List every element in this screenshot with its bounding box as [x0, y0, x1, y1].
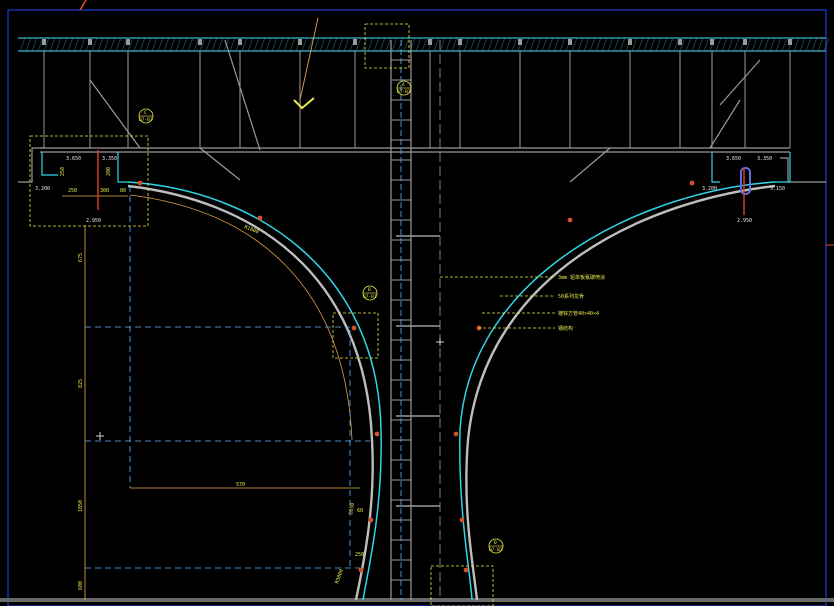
annotation-tube: 镀锌方管40×40×4	[558, 310, 599, 317]
connection-node	[137, 180, 143, 186]
drawing-background	[0, 0, 834, 606]
level-left-bottom: 2.950	[86, 218, 101, 224]
detail-bubble-c[interactable]: C D7-B1	[138, 108, 154, 124]
annotation-keel: 50系列龙骨	[558, 293, 584, 300]
bubble-c-num: C	[144, 110, 147, 116]
hanger-anchor	[458, 39, 462, 45]
connection-node	[368, 517, 374, 523]
hanger-anchor	[518, 39, 522, 45]
cad-drawing-canvas[interactable]: 3mm 铝单板氟碳喷涂 50系列龙骨 镀锌方管40×40×4 钢结构 A D7-…	[0, 0, 834, 606]
hanger-anchor	[126, 39, 130, 45]
bubble-b-num: B	[368, 287, 371, 293]
bubble-d-sheet: D7-B2	[489, 547, 503, 553]
hanger-anchor	[42, 39, 46, 45]
hanger-anchor	[710, 39, 714, 45]
hanger-anchor	[353, 39, 357, 45]
hanger-anchor	[428, 39, 432, 45]
hanger-anchor	[628, 39, 632, 45]
dim-small-2: 200	[106, 167, 112, 176]
detail-bubble-b[interactable]: B D7-B1	[362, 285, 378, 301]
level-right-upper-2: 3.350	[757, 156, 772, 162]
level-left-lower: 3.200	[35, 186, 50, 192]
dim-vertical-2: 825	[78, 379, 84, 388]
level-right-bottom: 2.950	[737, 218, 752, 224]
hanger-anchor	[238, 39, 242, 45]
dim-small-1: 250	[60, 167, 66, 176]
bubble-a-num: A	[402, 82, 405, 88]
dim-small-4: 60	[357, 508, 363, 514]
level-right-upper-1: 3.650	[726, 156, 741, 162]
level-left-upper-1: 3.650	[66, 156, 81, 162]
bubble-b-sheet: D7-B1	[363, 294, 377, 300]
dim-horizontal-1: 570	[236, 482, 245, 488]
detail-bubble-a[interactable]: A D7-B1	[396, 80, 412, 96]
connection-node	[453, 431, 459, 437]
connection-node	[463, 567, 469, 573]
level-right-side: 3.150	[770, 186, 785, 192]
level-left-upper-2: 3.350	[102, 156, 117, 162]
connection-node	[689, 180, 695, 186]
hanger-anchor	[788, 39, 792, 45]
annotation-steel: 钢结构	[558, 325, 573, 332]
dim-horizontal-3: 300	[100, 188, 109, 194]
annotation-panel: 3mm 铝单板氟碳喷涂	[558, 274, 605, 281]
dim-vertical-1: 675	[78, 253, 84, 262]
connection-node	[567, 217, 573, 223]
bubble-d-num: D	[494, 540, 497, 546]
detail-bubble-d[interactable]: D D7-B2	[488, 538, 504, 554]
hanger-anchor	[678, 39, 682, 45]
hanger-anchor	[298, 39, 302, 45]
connection-node	[374, 431, 380, 437]
connection-node	[257, 215, 263, 221]
dim-vertical-3: 1050	[78, 500, 84, 512]
connection-node	[351, 325, 357, 331]
dim-small-3: 80	[120, 188, 126, 194]
connection-node	[459, 517, 465, 523]
bubble-c-sheet: D7-B1	[139, 117, 153, 123]
bubble-a-sheet: D7-B1	[397, 89, 411, 95]
dim-small-6: 250	[355, 552, 364, 558]
level-right-lower: 3.200	[702, 186, 717, 192]
hanger-anchor	[198, 39, 202, 45]
hanger-anchor	[568, 39, 572, 45]
dim-horizontal-2: 250	[68, 188, 77, 194]
hanger-anchor	[743, 39, 747, 45]
dim-vertical-4: 600	[78, 581, 84, 590]
hanger-anchor	[88, 39, 92, 45]
